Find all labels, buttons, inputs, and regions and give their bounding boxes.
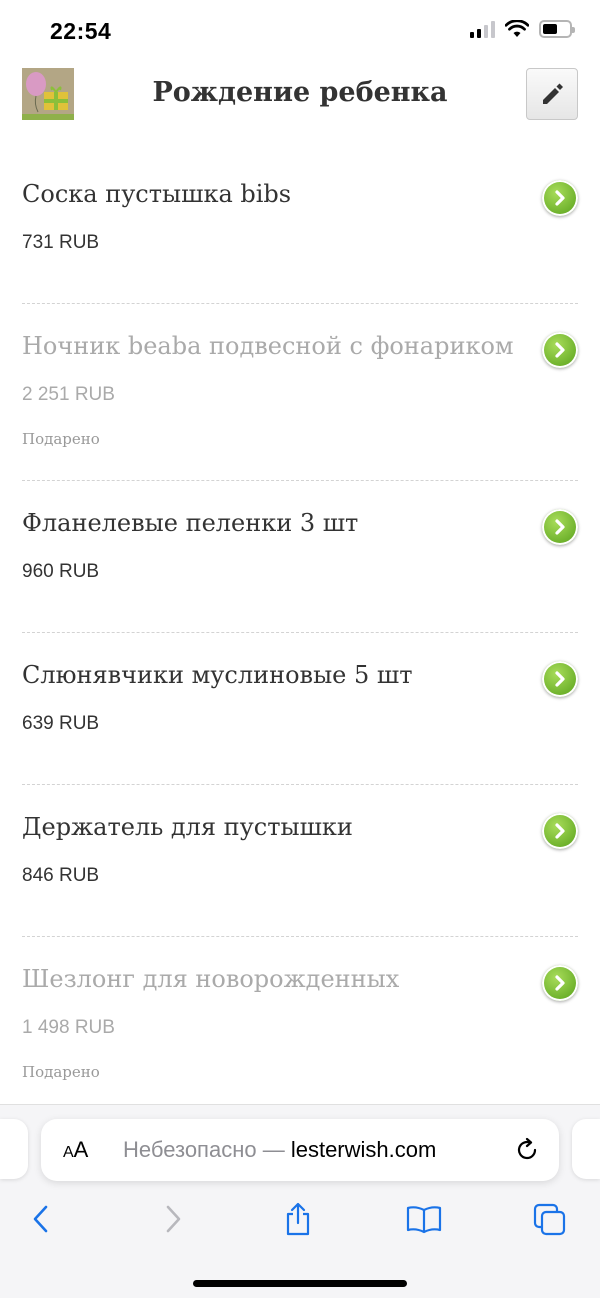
- item-open-button[interactable]: [542, 509, 578, 545]
- wish-item[interactable]: Держатель для пустышки 846 RUB: [22, 785, 578, 937]
- chevron-left-icon: [33, 1205, 48, 1233]
- share-button[interactable]: [276, 1197, 320, 1241]
- cellular-signal-icon: [470, 20, 495, 38]
- tabs-icon: [533, 1203, 566, 1236]
- item-price: 846 RUB: [22, 865, 100, 886]
- item-title[interactable]: Держатель для пустышки: [22, 813, 522, 841]
- bookmarks-button[interactable]: [402, 1197, 446, 1241]
- book-icon: [406, 1206, 442, 1234]
- chevron-right-icon: [555, 975, 565, 991]
- chevron-right-icon: [555, 519, 565, 535]
- previous-tab-preview[interactable]: [0, 1119, 28, 1179]
- item-gifted-status: Подарено: [22, 1063, 100, 1081]
- wish-list: Соска пустышка bibs 731 RUB Ночник beaba…: [22, 152, 578, 1114]
- next-tab-preview[interactable]: [572, 1119, 600, 1179]
- item-open-button[interactable]: [542, 180, 578, 216]
- chevron-right-icon: [555, 190, 565, 206]
- item-price: 639 RUB: [22, 713, 100, 734]
- item-open-button[interactable]: [542, 813, 578, 849]
- chevron-right-icon: [166, 1205, 181, 1233]
- item-price: 1 498 RUB: [22, 1017, 115, 1038]
- item-open-button[interactable]: [542, 965, 578, 1001]
- wish-item[interactable]: Ночник beaba подвесной с фонариком 2 251…: [22, 304, 578, 481]
- address-bar[interactable]: AA Небезопасно — lesterwish.com: [41, 1119, 559, 1181]
- item-price: 960 RUB: [22, 561, 100, 582]
- reload-button[interactable]: [513, 1136, 541, 1164]
- item-title[interactable]: Ночник beaba подвесной с фонариком: [22, 332, 522, 360]
- battery-icon: [539, 20, 575, 38]
- item-open-button[interactable]: [542, 332, 578, 368]
- url-security-label: Небезопасно —: [123, 1137, 291, 1162]
- browser-bar: AA Небезопасно — lesterwish.com: [0, 1104, 600, 1298]
- url-field[interactable]: Небезопасно — lesterwish.com: [123, 1137, 436, 1163]
- status-icons: [470, 20, 575, 38]
- edit-button[interactable]: [526, 68, 578, 120]
- wifi-icon: [505, 20, 529, 37]
- wish-item[interactable]: Фланелевые пеленки 3 шт 960 RUB: [22, 481, 578, 633]
- url-domain: lesterwish.com: [290, 1137, 437, 1162]
- wish-item[interactable]: Шезлонг для новорожденных 1 498 RUB Пода…: [22, 937, 578, 1114]
- pencil-icon: [543, 83, 563, 104]
- tabs-button[interactable]: [528, 1197, 572, 1241]
- reload-icon: [517, 1137, 537, 1160]
- page-title: Рождение ребенка: [152, 77, 448, 108]
- chevron-right-icon: [555, 671, 565, 687]
- chevron-right-icon: [555, 342, 565, 358]
- browser-toolbar: [0, 1197, 600, 1247]
- item-title[interactable]: Слюнявчики муслиновые 5 шт: [22, 661, 522, 689]
- share-icon: [286, 1202, 310, 1236]
- home-indicator[interactable]: [193, 1280, 407, 1287]
- chevron-right-icon: [555, 823, 565, 839]
- item-title[interactable]: Шезлонг для новорожденных: [22, 965, 522, 993]
- wish-item[interactable]: Слюнявчики муслиновые 5 шт 639 RUB: [22, 633, 578, 785]
- status-time: 22:54: [50, 18, 112, 44]
- text-size-button[interactable]: AA: [63, 1137, 88, 1163]
- status-bar: 22:54: [0, 0, 600, 62]
- item-open-button[interactable]: [542, 661, 578, 697]
- item-gifted-status: Подарено: [22, 430, 100, 448]
- item-title[interactable]: Фланелевые пеленки 3 шт: [22, 509, 522, 537]
- back-button[interactable]: [20, 1197, 64, 1241]
- item-price: 2 251 RUB: [22, 384, 115, 405]
- wish-item[interactable]: Соска пустышка bibs 731 RUB: [22, 152, 578, 304]
- page-header: Рождение ребенка: [0, 62, 600, 128]
- forward-button[interactable]: [150, 1197, 194, 1241]
- item-price: 731 RUB: [22, 232, 100, 253]
- item-title[interactable]: Соска пустышка bibs: [22, 180, 522, 208]
